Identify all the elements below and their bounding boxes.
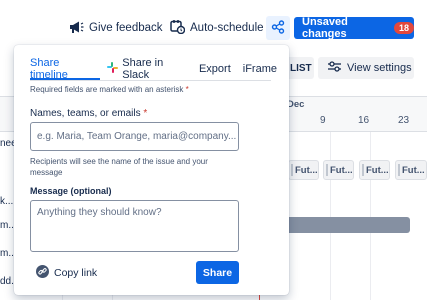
month-label: Dec	[287, 99, 305, 110]
tab-share-in-slack[interactable]: Share in Slack	[107, 57, 187, 81]
view-settings-button[interactable]: View settings	[318, 57, 414, 79]
timeline-bar[interactable]	[284, 217, 410, 233]
future-issue-chip[interactable]: Fut...	[395, 160, 427, 180]
required-note-text: Required fields are marked with an aster…	[30, 85, 184, 94]
share-popup: Share timeline Share in Slack Export iFr…	[14, 45, 289, 295]
link-icon	[36, 265, 49, 281]
share-submit-button[interactable]: Share	[196, 261, 239, 284]
required-note: Required fields are marked with an aster…	[30, 85, 189, 94]
megaphone-icon	[68, 20, 84, 37]
share-tabs: Share timeline Share in Slack Export iFr…	[30, 57, 289, 81]
grid-line	[330, 132, 331, 300]
tab-label: Share in Slack	[122, 57, 164, 81]
share-button[interactable]	[266, 16, 290, 40]
tab-export[interactable]: Export	[199, 60, 231, 78]
sliders-icon	[328, 61, 341, 75]
give-feedback-label: Give feedback	[89, 22, 163, 34]
names-field-label: Names, teams, or emails *	[30, 108, 147, 119]
share-icon	[271, 19, 285, 37]
message-field-label: Message (optional)	[30, 186, 112, 196]
unsaved-changes-button[interactable]: Unsaved changes 18	[294, 16, 414, 40]
row-label: k...	[0, 196, 14, 207]
view-settings-label: View settings	[347, 62, 412, 74]
unsaved-changes-label: Unsaved changes	[302, 16, 348, 40]
day-label: 9	[320, 115, 326, 126]
names-input[interactable]: e.g. Maria, Team Orange, maria@company..…	[30, 122, 239, 151]
tab-share-timeline[interactable]: Share timeline	[30, 57, 95, 81]
auto-schedule-label: Auto-schedule	[190, 22, 264, 34]
copy-link-label: Copy link	[54, 267, 98, 279]
day-label: 16	[358, 115, 370, 126]
slack-icon	[107, 62, 119, 76]
required-asterisk: *	[185, 85, 189, 94]
tab-label: iFrame	[242, 63, 277, 75]
list-button[interactable]: LIST	[286, 57, 314, 79]
auto-schedule-button[interactable]: Auto-schedule	[170, 17, 264, 39]
calendar-clock-icon	[170, 19, 186, 37]
tab-iframe[interactable]: iFrame	[243, 60, 277, 78]
required-asterisk: *	[143, 108, 148, 119]
future-issue-chip[interactable]: Fut...	[359, 160, 390, 180]
unsaved-count-badge: 18	[393, 22, 414, 34]
give-feedback-button[interactable]: Give feedback	[68, 17, 163, 39]
tab-label: Export	[198, 63, 231, 75]
future-issue-chip[interactable]: Fut...	[323, 160, 354, 180]
copy-link-button[interactable]: Copy link	[36, 264, 97, 282]
recipients-helper-text: Recipients will see the name of the issu…	[30, 157, 208, 177]
message-textarea[interactable]: Anything they should know?	[30, 200, 239, 252]
future-issue-chip[interactable]: Fut...	[288, 160, 319, 180]
names-label-text: Names, teams, or emails	[30, 108, 141, 119]
tab-divider	[30, 80, 271, 81]
day-label: 23	[398, 115, 410, 126]
grid-line	[370, 132, 371, 300]
